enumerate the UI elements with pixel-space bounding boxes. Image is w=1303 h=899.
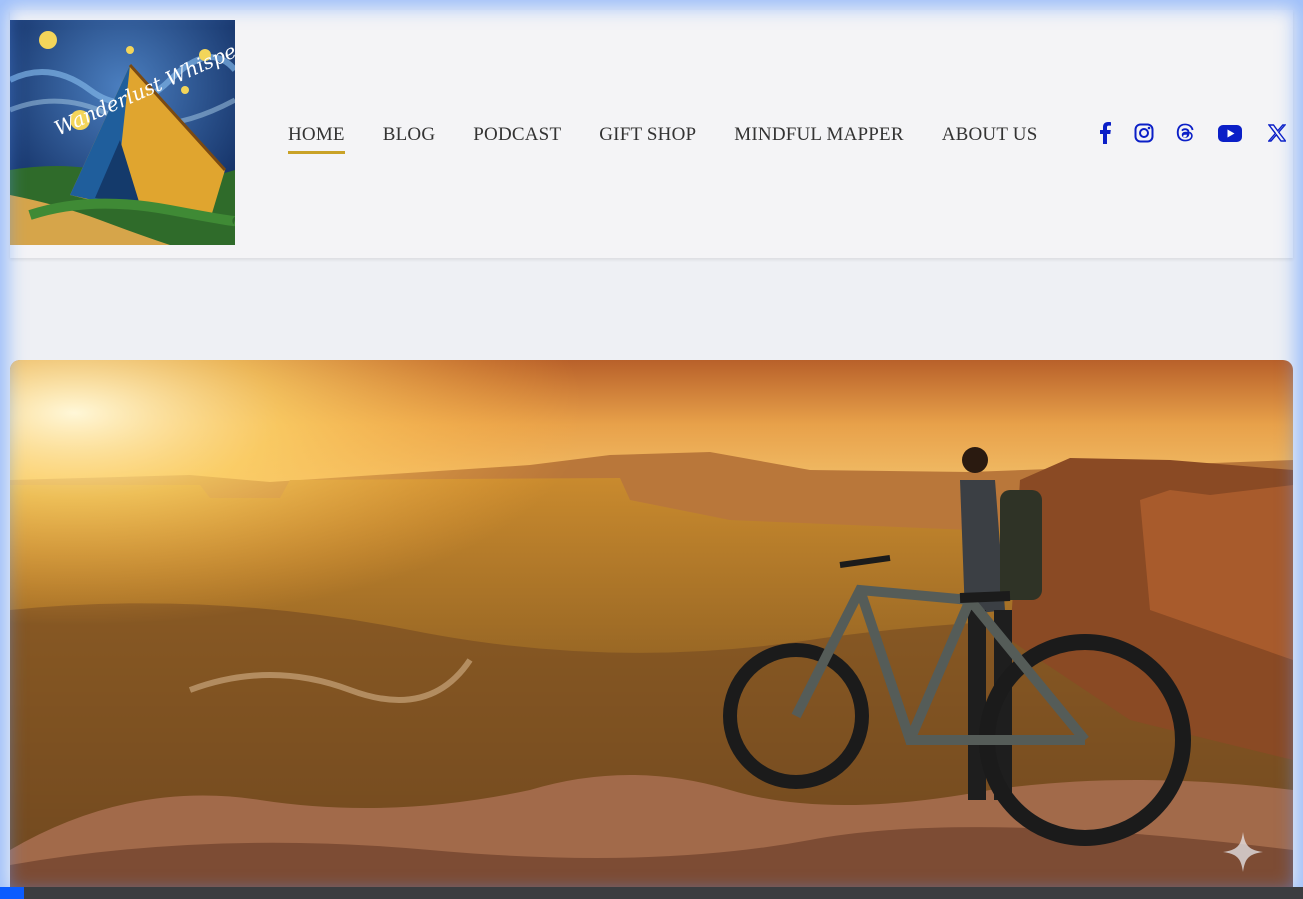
threads-icon[interactable] <box>1176 123 1194 148</box>
site-logo[interactable]: Wanderlust Whispers <box>10 20 235 245</box>
instagram-icon[interactable] <box>1134 123 1154 148</box>
bottom-scrollbar[interactable] <box>0 887 1303 899</box>
facebook-icon[interactable] <box>1098 122 1112 149</box>
nav-gift-shop[interactable]: GIFT SHOP <box>599 124 696 146</box>
nav-about-us[interactable]: ABOUT US <box>942 124 1038 146</box>
main-nav: HOME BLOG PODCAST GIFT SHOP MINDFUL MAPP… <box>288 124 1075 154</box>
canyon-sunset-ebike-hero <box>10 360 1293 890</box>
social-links <box>1098 122 1287 149</box>
tent-starry-night-logo: Wanderlust Whispers <box>10 20 235 245</box>
hero-image <box>10 360 1293 890</box>
nav-home[interactable]: HOME <box>288 124 345 154</box>
x-icon[interactable] <box>1267 124 1287 147</box>
sparkle-icon <box>1223 832 1263 872</box>
scroll-indicator <box>0 887 24 899</box>
nav-podcast[interactable]: PODCAST <box>473 124 561 146</box>
nav-mindful-mapper[interactable]: MINDFUL MAPPER <box>734 124 903 146</box>
youtube-icon[interactable] <box>1218 124 1242 147</box>
nav-blog[interactable]: BLOG <box>383 124 436 146</box>
